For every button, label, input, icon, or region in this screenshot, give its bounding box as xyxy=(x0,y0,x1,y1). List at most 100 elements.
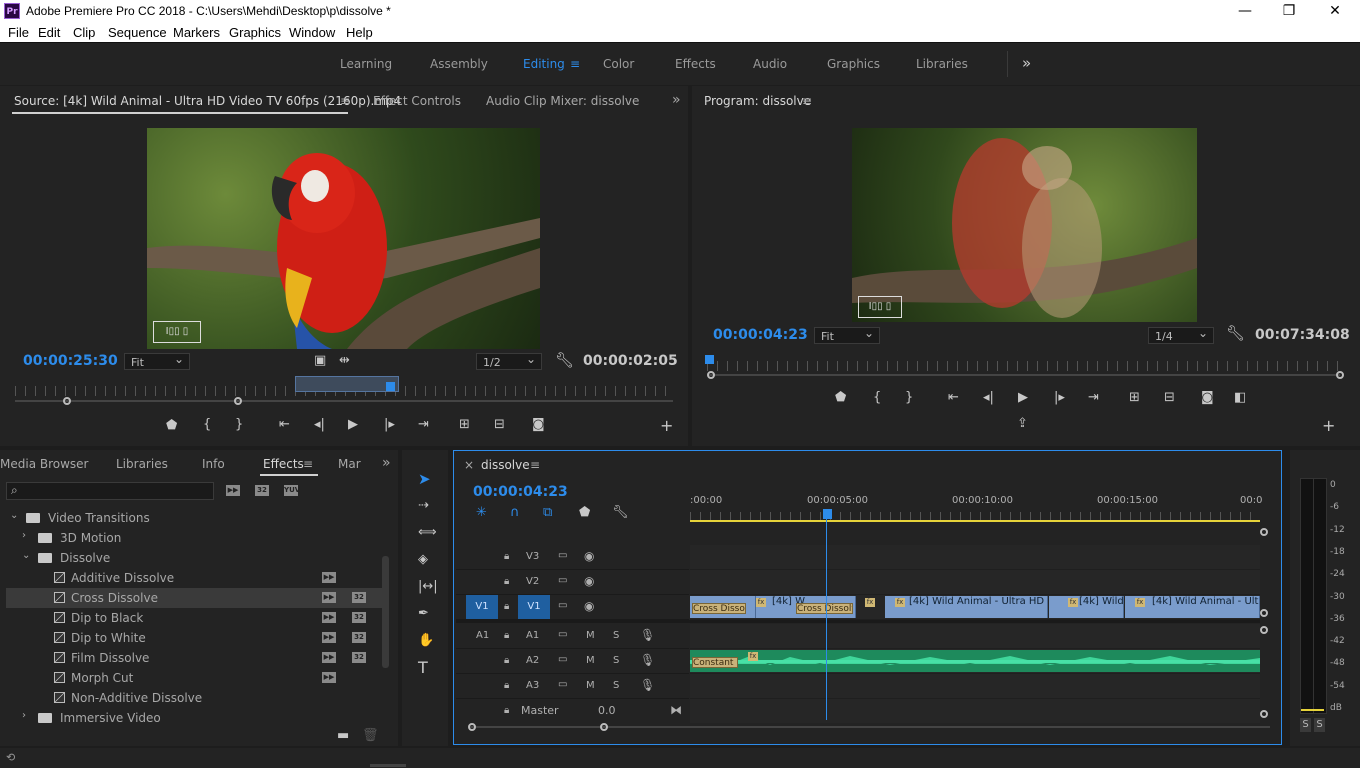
zoom-handle-right[interactable] xyxy=(234,397,242,405)
accelerated-filter-icon[interactable]: ▶▶ xyxy=(226,485,240,496)
constant-power-transition[interactable]: Constant P xyxy=(692,657,738,668)
master-volume[interactable]: 0.0 xyxy=(598,704,616,717)
program-go-to-out-icon[interactable]: ⇥ xyxy=(1088,391,1099,405)
close-button[interactable]: ✕ xyxy=(1312,0,1358,22)
tab-media-browser[interactable]: Media Browser xyxy=(0,457,88,471)
source-resolution-select[interactable]: 1/2 xyxy=(476,351,542,370)
workspace-menu-icon[interactable]: ≡ xyxy=(570,57,580,71)
timeline-zoom-handle-left[interactable] xyxy=(468,723,476,731)
new-bin-icon[interactable]: ▬ xyxy=(337,729,349,743)
source-overflow-icon[interactable]: » xyxy=(672,92,681,108)
program-camera-icon[interactable]: ◙ xyxy=(1201,391,1214,405)
slip-tool-icon[interactable]: |↔| xyxy=(418,580,438,594)
timeline-zoom-bar[interactable] xyxy=(470,726,1270,728)
program-step-back-icon[interactable]: ◂| xyxy=(983,391,994,405)
chevron-down-icon[interactable]: ⌄ xyxy=(22,550,30,561)
microphone-icon[interactable]: 🎙︎ xyxy=(640,678,655,692)
sync-lock-icon[interactable]: ▭ xyxy=(558,679,567,690)
menu-graphics[interactable]: Graphics xyxy=(229,25,281,40)
program-resolution-select[interactable]: 1/4 xyxy=(1148,325,1214,344)
eye-icon[interactable]: ◉ xyxy=(584,574,594,588)
settings-toggle-icon[interactable]: ▣ xyxy=(314,354,326,368)
workspace-editing[interactable]: Editing xyxy=(523,57,565,71)
ripple-edit-tool-icon[interactable]: ⟺ xyxy=(418,526,437,540)
effects-overflow-icon[interactable]: » xyxy=(382,455,391,471)
camera-icon[interactable]: ◙ xyxy=(532,418,545,432)
track-v3-area[interactable] xyxy=(690,545,1260,570)
add-marker-timeline-icon[interactable]: ⬟ xyxy=(579,506,590,520)
solo-button[interactable]: S xyxy=(613,655,619,666)
microphone-icon[interactable]: 🎙︎ xyxy=(640,653,655,667)
source-playhead[interactable] xyxy=(386,382,395,391)
source-patch-a1[interactable]: A1 xyxy=(476,630,489,641)
mute-button[interactable]: M xyxy=(586,655,595,666)
a-zoom-handle[interactable] xyxy=(1260,710,1268,718)
workspace-effects[interactable]: Effects xyxy=(675,57,716,71)
sync-lock-icon[interactable]: ▭ xyxy=(558,575,567,586)
tree-folder[interactable]: › Immersive Video xyxy=(6,708,386,728)
tab-info[interactable]: Info xyxy=(202,457,225,471)
maximize-button[interactable]: ❐ xyxy=(1266,0,1312,22)
solo-right-button[interactable]: S xyxy=(1314,718,1325,732)
program-playhead[interactable] xyxy=(705,355,714,364)
program-step-forward-icon[interactable]: |▸ xyxy=(1054,391,1065,405)
track-select-tool-icon[interactable]: ⇢ xyxy=(418,499,429,513)
v1-clip[interactable]: [4k] Wild Animal - Ultra H xyxy=(1125,596,1260,618)
workspace-audio[interactable]: Audio xyxy=(753,57,787,71)
tree-effect[interactable]: Cross Dissolve ▶▶ 32 xyxy=(6,588,386,608)
type-tool-icon[interactable]: T xyxy=(418,660,428,676)
eye-icon[interactable]: ◉ xyxy=(584,549,594,563)
menu-edit[interactable]: Edit xyxy=(38,25,60,40)
timeline-ruler[interactable] xyxy=(690,512,1260,520)
lock-icon[interactable]: 🔒︎ xyxy=(504,630,509,641)
a2-audio-clip[interactable] xyxy=(690,650,1260,672)
v1-clip[interactable]: [4k] Wild Animal - Ultra HD Video xyxy=(885,596,1048,618)
program-time-ruler[interactable] xyxy=(707,361,1340,371)
program-mark-in-icon[interactable]: { xyxy=(873,391,881,405)
close-sequence-icon[interactable]: × xyxy=(464,458,474,472)
mark-in-icon[interactable]: { xyxy=(203,418,211,432)
nest-toggle-icon[interactable]: ✳ xyxy=(476,506,487,520)
tree-effect[interactable]: Morph Cut ▶▶ xyxy=(6,668,386,688)
tree-effect[interactable]: Additive Dissolve ▶▶ xyxy=(6,568,386,588)
menu-markers[interactable]: Markers xyxy=(173,25,220,40)
timeline-settings-icon[interactable]: 🔧︎ xyxy=(612,506,629,520)
program-zoom-handle-right[interactable] xyxy=(1336,371,1344,379)
program-zoom-handle-left[interactable] xyxy=(707,371,715,379)
track-a1-area[interactable] xyxy=(690,624,1260,649)
lock-icon[interactable]: 🔒︎ xyxy=(504,601,509,612)
program-zoom-bar[interactable] xyxy=(707,374,1340,376)
lock-icon[interactable]: 🔒︎ xyxy=(504,705,509,716)
v1-clip[interactable]: [4k] Wild A xyxy=(1049,596,1124,618)
a-zoom-handle[interactable] xyxy=(1260,626,1268,634)
tree-effect[interactable]: Non-Additive Dissolve xyxy=(6,688,386,708)
tab-effects[interactable]: Effects xyxy=(263,457,304,471)
timeline-playhead-handle[interactable] xyxy=(823,509,832,519)
master-end-icon[interactable]: ⧓ xyxy=(670,703,682,717)
sync-lock-icon[interactable]: ▭ xyxy=(558,550,567,561)
tab-effect-controls[interactable]: Effect Controls xyxy=(373,94,461,108)
sequence-tab[interactable]: dissolve xyxy=(481,458,530,472)
work-area-bar[interactable] xyxy=(690,520,1260,522)
microphone-icon[interactable]: 🎙︎ xyxy=(640,628,655,642)
program-menu-icon[interactable]: ≡ xyxy=(802,94,812,108)
step-forward-icon[interactable]: |▸ xyxy=(384,418,395,432)
tree-folder[interactable]: › 3D Motion xyxy=(6,528,386,548)
lock-icon[interactable]: 🔒︎ xyxy=(504,576,509,587)
mute-button[interactable]: M xyxy=(586,630,595,641)
overwrite-icon[interactable]: ⊟ xyxy=(494,418,505,432)
export-icon[interactable]: ⇪ xyxy=(1017,417,1028,431)
program-wrench-icon[interactable]: 🔧︎ xyxy=(1226,326,1245,341)
workspace-assembly[interactable]: Assembly xyxy=(430,57,488,71)
menu-sequence[interactable]: Sequence xyxy=(108,25,167,40)
source-zoom-bar[interactable] xyxy=(15,400,673,402)
tree-effect[interactable]: Dip to White ▶▶ 32 xyxy=(6,628,386,648)
workspace-color[interactable]: Color xyxy=(603,57,634,71)
tab-audio-clip-mixer[interactable]: Audio Clip Mixer: dissolve xyxy=(486,94,639,108)
menu-file[interactable]: File xyxy=(8,25,29,40)
v-zoom-handle[interactable] xyxy=(1260,609,1268,617)
cross-dissolve-transition[interactable]: Cross Dissolv xyxy=(796,603,853,614)
track-a3-area[interactable] xyxy=(690,674,1260,699)
sync-lock-icon[interactable]: ▭ xyxy=(558,654,567,665)
program-title[interactable]: Program: dissolve xyxy=(704,94,811,108)
